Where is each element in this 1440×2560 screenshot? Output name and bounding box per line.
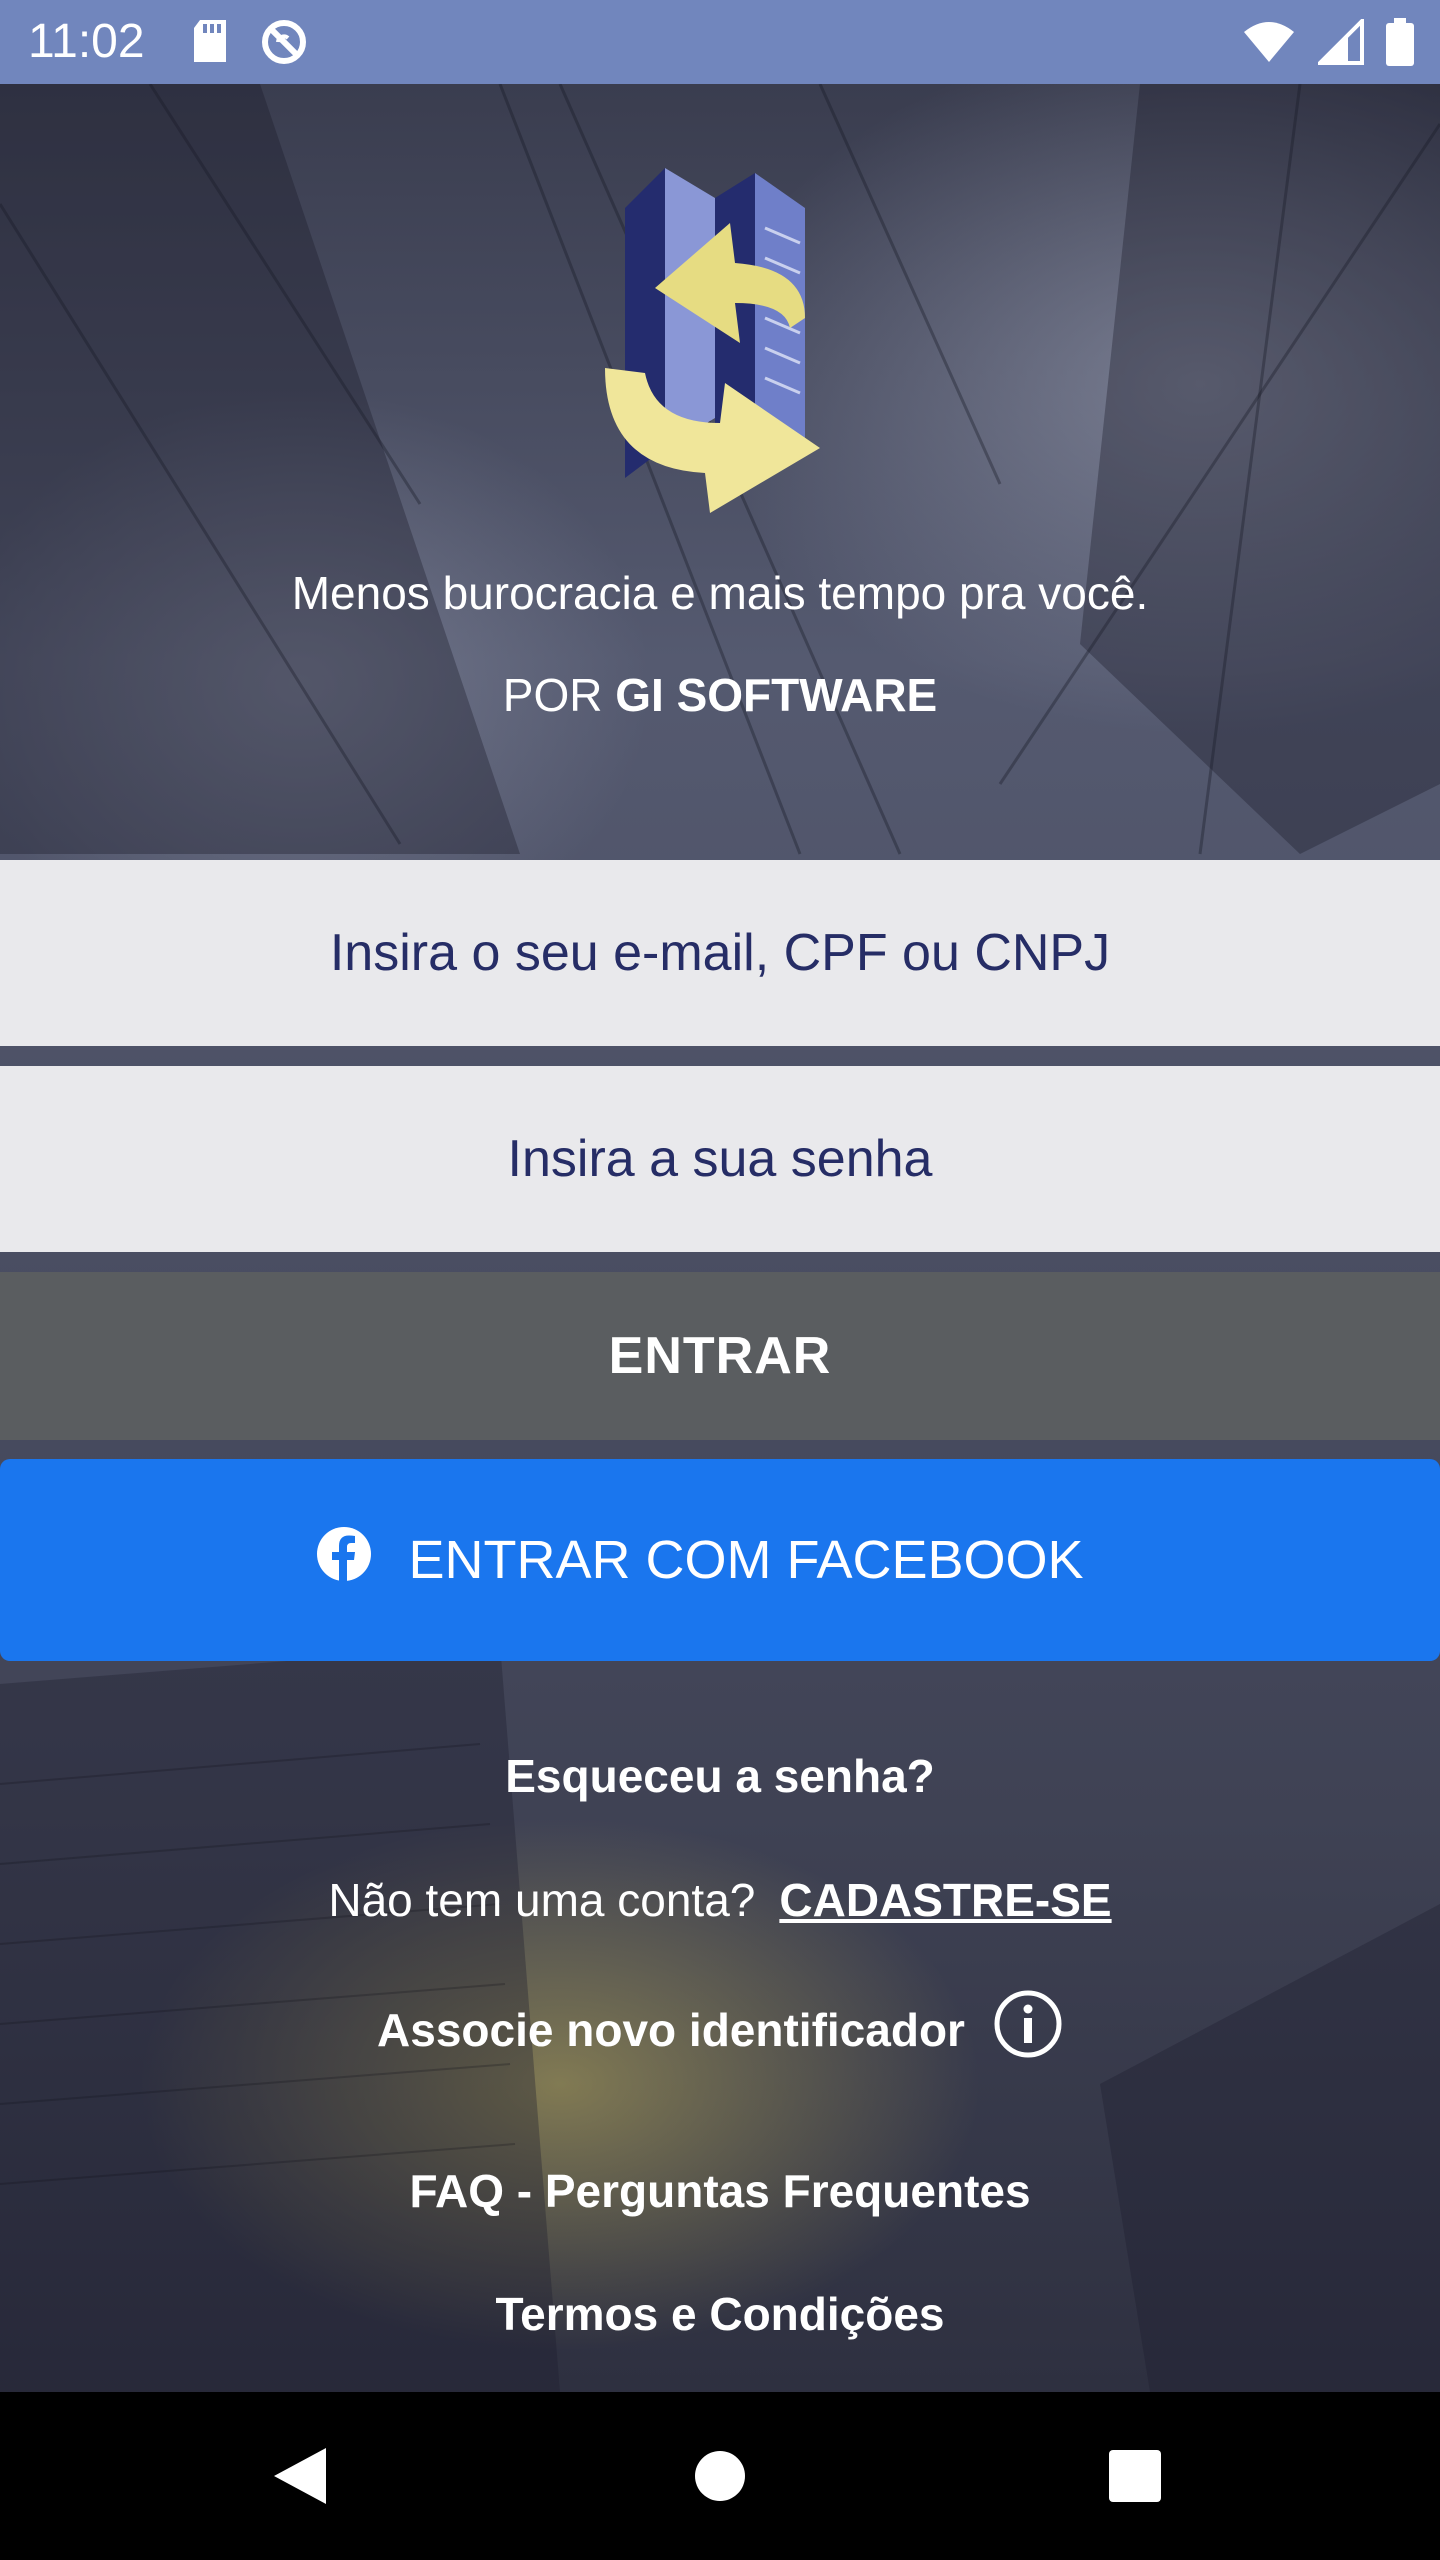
system-nav-bar xyxy=(0,2392,1440,2560)
facebook-login-label: ENTRAR COM FACEBOOK xyxy=(408,1530,1084,1590)
app-logo xyxy=(605,168,835,523)
forgot-password-link[interactable]: Esqueceu a senha? xyxy=(0,1748,1440,1804)
battery-icon xyxy=(1386,18,1414,66)
signup-row: Não tem uma conta? CADASTRE-SE xyxy=(0,1872,1440,1928)
facebook-icon xyxy=(316,1526,372,1595)
password-input[interactable] xyxy=(0,1066,1440,1252)
login-screen: 11:02 Menos burocracia e mais tempo pra … xyxy=(0,0,1440,2560)
faq-link[interactable]: FAQ - Perguntas Frequentes xyxy=(0,2163,1440,2219)
associate-identifier-link[interactable]: Associe novo identificador xyxy=(0,1990,1440,2066)
no-sync-icon xyxy=(260,18,308,66)
home-icon[interactable] xyxy=(694,2444,746,2513)
back-icon[interactable] xyxy=(268,2444,332,2513)
by-line: POR GI SOFTWARE xyxy=(0,667,1440,723)
signup-link[interactable]: CADASTRE-SE xyxy=(779,1874,1111,1926)
login-button[interactable]: ENTRAR xyxy=(0,1272,1440,1440)
cell-signal-icon xyxy=(1318,19,1364,65)
no-account-prompt: Não tem uma conta? xyxy=(328,1874,756,1926)
terms-link[interactable]: Termos e Condições xyxy=(0,2286,1440,2342)
recents-icon[interactable] xyxy=(1108,2444,1162,2513)
status-bar: 11:02 xyxy=(0,0,1440,84)
email-cpf-cnpj-input[interactable] xyxy=(0,860,1440,1046)
info-icon[interactable] xyxy=(993,1989,1063,2071)
tagline: Menos burocracia e mais tempo pra você. xyxy=(291,567,1149,619)
sd-card-icon xyxy=(190,18,230,66)
facebook-login-button[interactable]: ENTRAR COM FACEBOOK xyxy=(0,1459,1440,1661)
status-time: 11:02 xyxy=(28,15,145,68)
login-button-label: ENTRAR xyxy=(608,1327,832,1385)
by-prefix: POR xyxy=(502,669,616,721)
wifi-icon xyxy=(1242,20,1296,64)
associate-identifier-label: Associe novo identificador xyxy=(377,2004,965,2056)
brand-name: GI SOFTWARE xyxy=(615,669,938,721)
